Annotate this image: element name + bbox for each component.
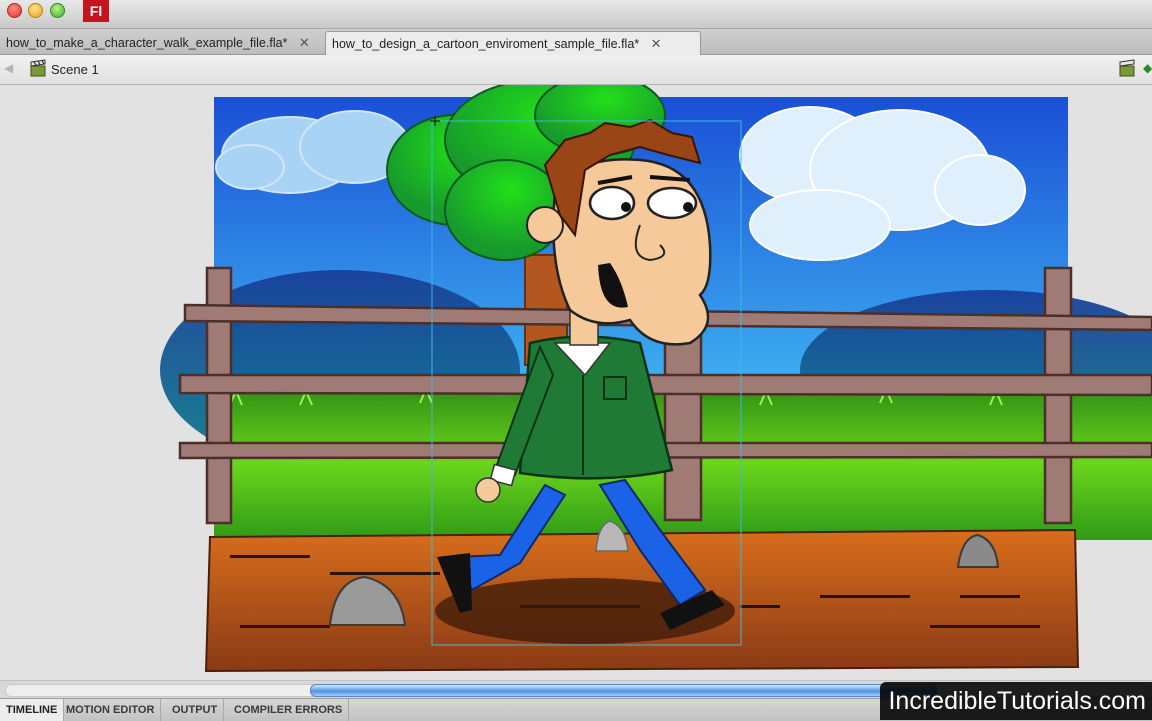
flash-logo-icon: Fl [83,0,109,22]
tab-output[interactable]: OUTPUT [166,699,225,721]
tab-timeline[interactable]: TIMELINE [0,699,65,721]
tab-cartoon-environment-file[interactable]: how_to_design_a_cartoon_enviroment_sampl… [325,31,701,55]
title-bar: Fl [0,0,1152,29]
close-window-button[interactable] [7,3,22,18]
close-tab-icon[interactable]: ✕ [299,31,310,54]
scene-label[interactable]: Scene 1 [51,62,99,77]
minimize-window-button[interactable] [28,3,43,18]
tab-character-walk-file[interactable]: how_to_make_a_character_walk_example_fil… [0,31,327,54]
document-tab-bar: how_to_make_a_character_walk_example_fil… [0,29,1152,55]
tab-label: how_to_make_a_character_walk_example_fil… [6,36,288,50]
scene-clapper-icon [30,59,46,77]
edit-scene-icon[interactable] [1118,59,1136,77]
scrollbar-thumb[interactable] [310,684,937,697]
stage-work-area[interactable] [0,85,1152,680]
edit-symbol-icon[interactable]: ◆ [1143,61,1152,75]
tab-label: how_to_design_a_cartoon_enviroment_sampl… [332,37,640,51]
stage-canvas[interactable] [0,85,1152,680]
edit-bar: ◀ Scene 1 ◆ [0,55,1152,85]
tab-motion-editor[interactable]: MOTION EDITOR [60,699,162,721]
close-tab-icon[interactable]: ✕ [651,32,662,55]
watermark: IncredibleTutorials.com [880,682,1152,720]
back-arrow-icon[interactable]: ◀ [4,61,13,75]
zoom-window-button[interactable] [50,3,65,18]
tab-compiler-errors[interactable]: COMPILER ERRORS [228,699,350,721]
